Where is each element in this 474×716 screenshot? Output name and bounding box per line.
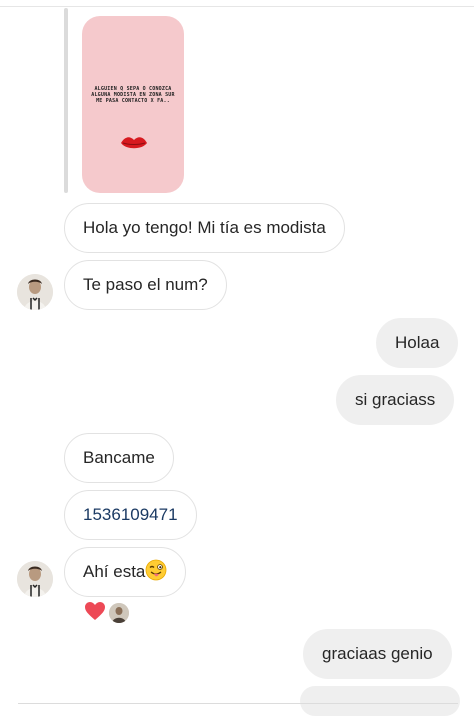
- heart-icon: [85, 602, 105, 620]
- winking-tongue-face-icon: [145, 559, 167, 581]
- sender-avatar[interactable]: [17, 274, 53, 310]
- message-text: si graciass: [355, 390, 436, 409]
- story-reply-preview[interactable]: ALGUIEN Q SEPA O CONOZCA ALGUNA MODISTA …: [82, 16, 184, 193]
- message-bubble-incoming[interactable]: 1536109471: [64, 490, 197, 540]
- composer-divider: [18, 703, 458, 704]
- message-bubble-outgoing[interactable]: graciaas genio: [303, 629, 452, 679]
- message-text: graciaas genio: [322, 644, 433, 663]
- person-avatar-icon: [17, 561, 53, 597]
- sender-avatar[interactable]: [17, 561, 53, 597]
- message-bubble-outgoing[interactable]: Holaa: [376, 318, 459, 368]
- message-text: Ahí esta: [83, 562, 146, 581]
- message-text: Te paso el num?: [83, 275, 208, 294]
- message-bubble-incoming[interactable]: Bancame: [64, 433, 174, 483]
- story-text: ALGUIEN Q SEPA O CONOZCA ALGUNA MODISTA …: [91, 86, 175, 104]
- message-bubble-outgoing-partial: [300, 686, 460, 716]
- message-text: Bancame: [83, 448, 155, 467]
- message-bubble-incoming[interactable]: Ahí esta: [64, 547, 187, 597]
- phone-number-link[interactable]: 1536109471: [83, 505, 178, 524]
- person-avatar-icon: [17, 274, 53, 310]
- message-bubble-incoming[interactable]: Te paso el num?: [64, 260, 227, 310]
- message-bubble-outgoing[interactable]: si graciass: [336, 375, 455, 425]
- reply-indicator-bar: [64, 8, 68, 193]
- message-text: Holaa: [395, 333, 440, 352]
- person-avatar-icon: [109, 603, 129, 623]
- message-bubble-incoming[interactable]: Hola yo tengo! Mi tía es modista: [64, 203, 345, 253]
- message-text: Hola yo tengo! Mi tía es modista: [83, 218, 326, 237]
- header-divider: [0, 6, 474, 7]
- reactor-avatar: [108, 602, 130, 624]
- lips-icon: [121, 137, 147, 149]
